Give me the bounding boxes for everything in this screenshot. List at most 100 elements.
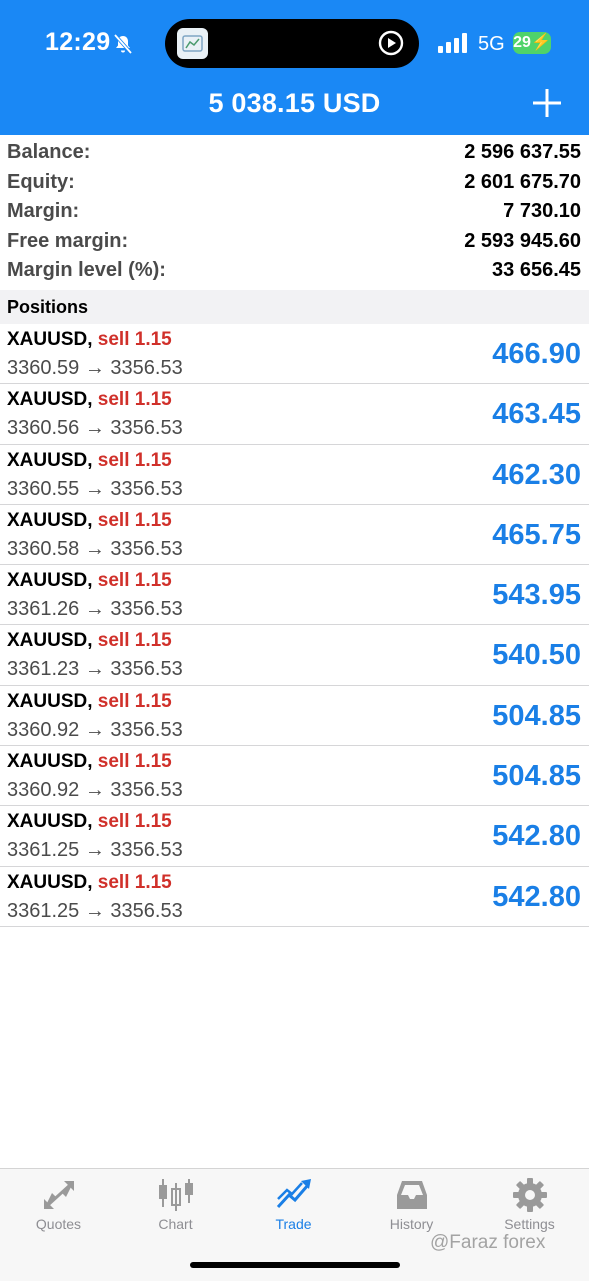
- position-row[interactable]: XAUUSD, sell 1.15 3361.25 → 3356.53 542.…: [0, 806, 589, 867]
- signal-icon: [438, 33, 467, 53]
- watermark-text: @Faraz forex: [430, 1232, 546, 1253]
- position-profit: 463.45: [492, 398, 581, 431]
- position-type: sell 1.15: [97, 570, 172, 592]
- position-symbol: XAUUSD,: [7, 751, 93, 773]
- position-row[interactable]: XAUUSD, sell 1.15 3360.56 → 3356.53 463.…: [0, 384, 589, 445]
- position-profit: 542.80: [492, 820, 581, 853]
- position-type: sell 1.15: [97, 509, 172, 531]
- position-type: sell 1.15: [97, 751, 172, 773]
- position-type: sell 1.15: [97, 389, 172, 411]
- position-prices: 3360.55 → 3356.53: [7, 477, 183, 500]
- screen-recording-icon: [378, 30, 404, 56]
- tab-label: History: [389, 1216, 434, 1232]
- position-profit: 543.95: [492, 579, 581, 612]
- position-type: sell 1.15: [97, 329, 172, 350]
- bell-slash-icon: [113, 33, 133, 55]
- position-type: sell 1.15: [97, 811, 172, 833]
- add-order-button[interactable]: [530, 86, 564, 120]
- position-header: XAUUSD, sell 1.15: [7, 872, 172, 894]
- position-prices: 3361.26 → 3356.53: [7, 598, 183, 621]
- position-header: XAUUSD, sell 1.15: [7, 630, 172, 652]
- position-header: XAUUSD, sell 1.15: [7, 389, 172, 411]
- position-profit: 542.80: [492, 880, 581, 913]
- position-prices: 3360.92 → 3356.53: [7, 779, 183, 802]
- dynamic-island: [165, 19, 419, 68]
- position-prices: 3360.58 → 3356.53: [7, 537, 183, 560]
- margin-level-value: 33 656.45: [492, 259, 581, 281]
- position-profit: 504.85: [492, 760, 581, 793]
- position-symbol: XAUUSD,: [7, 811, 93, 833]
- battery-indicator: 29⚡: [513, 32, 551, 54]
- position-row[interactable]: XAUUSD, sell 1.15 3360.55 → 3356.53 462.…: [0, 445, 589, 505]
- position-profit: 504.85: [492, 699, 581, 732]
- position-prices: 3360.92 → 3356.53: [7, 718, 183, 741]
- tab-label: Settings: [504, 1216, 555, 1232]
- tab-label: Quotes: [35, 1216, 82, 1232]
- balance-row: Balance: 2 596 637.55: [0, 138, 589, 168]
- position-symbol: XAUUSD,: [7, 329, 93, 350]
- balance-value: 2 596 637.55: [464, 141, 581, 163]
- app-thumbnail-icon: [177, 28, 208, 59]
- position-row[interactable]: XAUUSD, sell 1.15 3360.92 → 3356.53 504.…: [0, 746, 589, 807]
- status-time: 12:29: [45, 28, 111, 56]
- position-prices: 3361.23 → 3356.53: [7, 658, 183, 681]
- margin-row: Margin: 7 730.10: [0, 197, 589, 227]
- position-type: sell 1.15: [97, 871, 172, 893]
- free-margin-label: Free margin:: [7, 229, 129, 252]
- position-header: XAUUSD, sell 1.15: [7, 691, 172, 713]
- position-header: XAUUSD, sell 1.15: [7, 811, 172, 833]
- position-symbol: XAUUSD,: [7, 449, 93, 471]
- equity-row: Equity: 2 601 675.70: [0, 168, 589, 198]
- account-summary: Balance: 2 596 637.55 Equity: 2 601 675.…: [0, 138, 589, 286]
- position-symbol: XAUUSD,: [7, 509, 93, 531]
- position-prices: 3360.59 → 3356.53: [7, 357, 183, 379]
- position-type: sell 1.15: [97, 690, 172, 712]
- position-symbol: XAUUSD,: [7, 690, 93, 712]
- quotes-icon: [44, 1181, 74, 1209]
- battery-level: 29: [513, 34, 531, 51]
- margin-level-row: Margin level (%): 33 656.45: [0, 256, 589, 286]
- position-profit: 462.30: [492, 458, 581, 491]
- position-row[interactable]: XAUUSD, sell 1.15 3361.23 → 3356.53 540.…: [0, 625, 589, 686]
- position-profit: 466.90: [492, 338, 581, 370]
- margin-value: 7 730.10: [503, 200, 581, 222]
- balance-label: Balance:: [7, 141, 91, 163]
- account-equity-title: 5 038.15 USD: [208, 88, 381, 118]
- home-indicator: [190, 1262, 400, 1268]
- chart-icon: [159, 1179, 193, 1211]
- tab-chart[interactable]: Chart: [117, 1169, 234, 1249]
- header-bar: 12:29 5G 29⚡ 5 038.15 USD: [0, 0, 589, 135]
- position-symbol: XAUUSD,: [7, 871, 93, 893]
- position-symbol: XAUUSD,: [7, 389, 93, 411]
- free-margin-row: Free margin: 2 593 945.60: [0, 227, 589, 257]
- free-margin-value: 2 593 945.60: [464, 229, 581, 252]
- position-row[interactable]: XAUUSD, sell 1.15 3360.92 → 3356.53 504.…: [0, 686, 589, 747]
- position-row[interactable]: XAUUSD, sell 1.15 3361.25 → 3356.53 542.…: [0, 867, 589, 927]
- position-prices: 3361.25 → 3356.53: [7, 899, 183, 922]
- positions-title: Positions: [7, 297, 89, 317]
- tab-quotes[interactable]: Quotes: [0, 1169, 117, 1249]
- position-header: XAUUSD, sell 1.15: [7, 751, 172, 773]
- position-prices: 3361.25 → 3356.53: [7, 839, 183, 862]
- position-profit: 540.50: [492, 639, 581, 672]
- position-row[interactable]: XAUUSD, sell 1.15 3360.59 → 3356.53 466.…: [0, 324, 589, 385]
- margin-level-label: Margin level (%):: [7, 259, 166, 281]
- position-symbol: XAUUSD,: [7, 570, 93, 592]
- tab-label: Chart: [158, 1216, 193, 1232]
- position-row[interactable]: XAUUSD, sell 1.15 3360.58 → 3356.53 465.…: [0, 505, 589, 566]
- position-header: XAUUSD, sell 1.15: [7, 510, 172, 532]
- position-row[interactable]: XAUUSD, sell 1.15 3361.26 → 3356.53 543.…: [0, 565, 589, 626]
- position-prices: 3360.56 → 3356.53: [7, 417, 183, 440]
- position-profit: 465.75: [492, 518, 581, 551]
- position-header: XAUUSD, sell 1.15: [7, 329, 172, 351]
- tab-label: Trade: [275, 1216, 312, 1232]
- position-header: XAUUSD, sell 1.15: [7, 450, 172, 472]
- equity-value: 2 601 675.70: [464, 170, 581, 193]
- charging-bolt-icon: ⚡: [530, 34, 551, 51]
- history-icon: [397, 1181, 427, 1209]
- network-type: 5G: [478, 33, 505, 55]
- position-symbol: XAUUSD,: [7, 630, 93, 652]
- tab-trade[interactable]: Trade: [235, 1169, 352, 1249]
- position-header: XAUUSD, sell 1.15: [7, 570, 172, 592]
- positions-list: XAUUSD, sell 1.15 3360.59 → 3356.53 466.…: [0, 324, 589, 927]
